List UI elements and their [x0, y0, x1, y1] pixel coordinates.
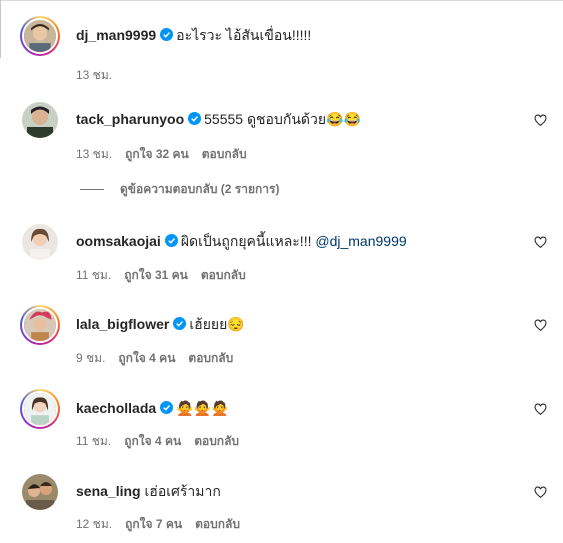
- username-link[interactable]: oomsakaojai: [76, 233, 161, 249]
- avatar-image: [24, 393, 56, 425]
- avatar[interactable]: [22, 224, 58, 260]
- comment-line: tack_pharunyoo 55555 ดูชอบกันด้วย😂😂: [76, 110, 361, 128]
- comment-line: dj_man9999 อะไรวะ ไอ้สันเขื่อน!!!!!: [76, 26, 311, 44]
- avatar-image: [22, 474, 58, 510]
- likes-count[interactable]: ถูกใจ 31 คน: [124, 268, 188, 282]
- view-replies-label: ดูข้อความตอบกลับ (2 รายการ): [120, 182, 280, 196]
- comment-text: 55555 ดูชอบกันด้วย: [204, 111, 327, 127]
- heart-outline-icon[interactable]: [534, 114, 547, 127]
- comment-text: อะไรวะ ไอ้สันเขื่อน!!!!!: [176, 27, 312, 43]
- comment-text: ผิดเป็นถูกยุคนี้แหละ!!!: [180, 233, 316, 249]
- likes-count[interactable]: ถูกใจ 32 คน: [125, 147, 189, 161]
- comment-time[interactable]: 11 ชม.: [76, 434, 111, 448]
- comment-time[interactable]: 12 ชม.: [76, 517, 112, 531]
- avatar-image: [22, 224, 58, 260]
- comment-text: เฮ้ยยย: [189, 316, 228, 332]
- comment-text: เฮ่อเศร้ามาก: [144, 483, 221, 499]
- heart-outline-icon[interactable]: [534, 236, 547, 249]
- reply-button[interactable]: ตอบกลับ: [201, 268, 246, 282]
- username-link[interactable]: lala_bigflower: [76, 316, 169, 332]
- username-link[interactable]: tack_pharunyoo: [76, 111, 184, 127]
- avatar[interactable]: [20, 16, 60, 56]
- reply-button[interactable]: ตอบกลับ: [194, 434, 239, 448]
- pensive-emoji-icon: 😔: [227, 316, 245, 332]
- comment-time[interactable]: 13 ชม.: [76, 68, 112, 82]
- verified-badge-icon: [160, 28, 174, 41]
- avatar-image: [22, 102, 58, 138]
- laughing-emoji-icon: 😂😂: [326, 111, 361, 127]
- reply-button[interactable]: ตอบกลับ: [202, 147, 247, 161]
- left-divider: [0, 0, 1, 58]
- comment-meta: 13 ชม.: [76, 66, 125, 85]
- gesturing-no-emoji-icon: 🙅🙅🙅: [176, 400, 229, 416]
- top-divider: [0, 0, 563, 1]
- comment-meta: 11 ชม. ถูกใจ 31 คน ตอบกลับ: [76, 266, 259, 285]
- avatar[interactable]: [22, 102, 58, 138]
- replies-dash: [80, 189, 104, 191]
- verified-badge-icon: [188, 112, 202, 125]
- avatar[interactable]: [20, 305, 60, 345]
- comment-line: sena_ling เฮ่อเศร้ามาก: [76, 482, 221, 500]
- avatar[interactable]: [20, 389, 60, 429]
- avatar-image: [24, 309, 56, 341]
- comment-line: kaechollada 🙅🙅🙅: [76, 399, 228, 417]
- avatar[interactable]: [22, 474, 58, 510]
- mention-link[interactable]: @dj_man9999: [315, 233, 406, 249]
- avatar-image: [24, 20, 56, 52]
- heart-outline-icon[interactable]: [534, 319, 547, 332]
- comment-time[interactable]: 9 ชม.: [76, 351, 105, 365]
- heart-outline-icon[interactable]: [534, 486, 547, 499]
- likes-count[interactable]: ถูกใจ 4 คน: [124, 434, 181, 448]
- username-link[interactable]: sena_ling: [76, 483, 141, 499]
- comment-meta: 13 ชม. ถูกใจ 32 คน ตอบกลับ: [76, 145, 260, 164]
- likes-count[interactable]: ถูกใจ 4 คน: [118, 351, 175, 365]
- likes-count[interactable]: ถูกใจ 7 คน: [125, 517, 182, 531]
- comment-time[interactable]: 11 ชม.: [76, 268, 111, 282]
- reply-button[interactable]: ตอบกลับ: [195, 517, 240, 531]
- comment-line: oomsakaojai ผิดเป็นถูกยุคนี้แหละ!!! @dj_m…: [76, 232, 407, 250]
- comment-meta: 11 ชม. ถูกใจ 4 คน ตอบกลับ: [76, 432, 252, 451]
- comment-item: dj_man9999 อะไรวะ ไอ้สันเขื่อน!!!!! 13 ชม…: [20, 16, 563, 82]
- heart-outline-icon[interactable]: [534, 403, 547, 416]
- comment-line: lala_bigflower เฮ้ยยย😔: [76, 315, 245, 333]
- reply-button[interactable]: ตอบกลับ: [188, 351, 233, 365]
- verified-badge-icon: [164, 234, 178, 247]
- view-replies-button[interactable]: ดูข้อความตอบกลับ (2 รายการ): [80, 180, 279, 199]
- comment-meta: 9 ชม. ถูกใจ 4 คน ตอบกลับ: [76, 349, 246, 368]
- comment-time[interactable]: 13 ชม.: [76, 147, 112, 161]
- username-link[interactable]: kaechollada: [76, 400, 156, 416]
- comment-meta: 12 ชม. ถูกใจ 7 คน ตอบกลับ: [76, 515, 253, 534]
- username-link[interactable]: dj_man9999: [76, 27, 156, 43]
- verified-badge-icon: [160, 401, 174, 414]
- verified-badge-icon: [173, 317, 187, 330]
